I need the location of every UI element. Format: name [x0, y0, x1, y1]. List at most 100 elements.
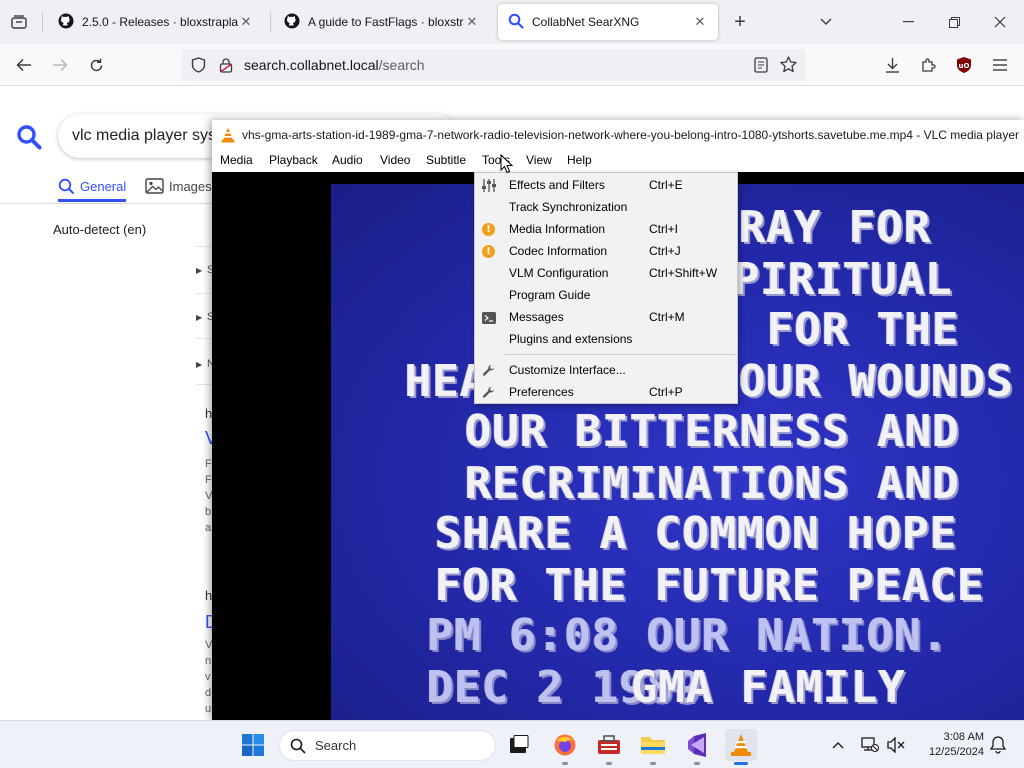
bookmark-star-icon[interactable] [780, 56, 797, 76]
firefox-icon[interactable] [549, 729, 581, 761]
ublock-icon[interactable]: uO [954, 54, 974, 76]
searxng-logo-icon[interactable] [16, 124, 42, 153]
forward-arrow-icon[interactable] [50, 55, 70, 75]
menu-view[interactable]: View [526, 153, 552, 167]
reload-icon[interactable] [86, 55, 106, 75]
menu-item-label: Effects and Filters [509, 178, 605, 192]
vlc-taskbar-icon[interactable] [725, 729, 757, 761]
video-text-line: RAY FOR [739, 202, 932, 253]
result-snippet: F [205, 458, 212, 470]
address-bar[interactable]: search.collabnet.local/search [182, 49, 806, 81]
result-snippet: a [205, 522, 212, 534]
windows-start-icon[interactable] [237, 729, 269, 761]
shield-icon[interactable] [191, 57, 206, 76]
video-text-line: OUR BITTERNESS AND [465, 406, 960, 457]
chevron-down-icon[interactable] [816, 12, 836, 32]
restore-icon[interactable] [944, 12, 964, 32]
search-icon [290, 738, 306, 754]
vlc-menu-bar: Media Playback Audio Video Subtitle Tool… [212, 150, 1024, 172]
expand-arrow-icon[interactable]: ▶ [196, 313, 202, 322]
result-snippet: v [205, 671, 211, 683]
active-tab-indicator [58, 199, 126, 202]
chevron-up-icon[interactable] [822, 729, 854, 761]
menu-item-media-information[interactable]: ! Media Information Ctrl+I [475, 218, 737, 240]
close-tab-icon[interactable]: ✕ [692, 14, 708, 30]
close-tab-icon[interactable]: ✕ [464, 14, 480, 30]
menu-item-effects-filters[interactable]: Effects and Filters Ctrl+E [475, 174, 737, 196]
notification-bell-icon[interactable] [982, 729, 1014, 761]
clock-date: 12/25/2024 [928, 746, 984, 758]
browser-tab-searxng[interactable]: CollabNet SearXNG ✕ [498, 4, 718, 40]
menu-audio[interactable]: Audio [332, 153, 363, 167]
expand-arrow-icon[interactable]: ▶ [196, 360, 202, 369]
close-window-icon[interactable] [990, 12, 1010, 32]
menu-item-vlm-configuration[interactable]: VLM Configuration Ctrl+Shift+W [475, 262, 737, 284]
visual-studio-icon[interactable] [681, 729, 713, 761]
result-snippet: u [205, 703, 212, 715]
menu-item-preferences[interactable]: Preferences Ctrl+P [475, 381, 737, 403]
video-text-line: GMA FAMILY [631, 662, 906, 713]
menu-help[interactable]: Help [567, 153, 592, 167]
toolbox-app-icon[interactable] [593, 729, 625, 761]
tab-title: A guide to FastFlags · bloxstrap [308, 15, 464, 29]
browser-tab-fastflags[interactable]: A guide to FastFlags · bloxstrap ✕ [274, 4, 490, 40]
task-view-icon[interactable] [503, 729, 535, 761]
video-text-line: OUR WOUNDS [739, 356, 1014, 407]
menu-item-label: Preferences [509, 385, 574, 399]
new-tab-icon[interactable]: + [730, 11, 750, 33]
mouse-cursor-icon [500, 153, 514, 177]
back-arrow-icon[interactable] [14, 55, 34, 75]
menu-item-track-sync[interactable]: Track Synchronization [475, 196, 737, 218]
url-host: search.collabnet.local [244, 57, 379, 73]
extensions-icon[interactable] [918, 55, 938, 75]
menu-item-label: Media Information [509, 222, 606, 236]
tab-images[interactable]: Images [145, 178, 212, 194]
url-text[interactable]: search.collabnet.local/search [244, 57, 425, 73]
minimize-icon[interactable] [898, 12, 918, 32]
download-icon[interactable] [882, 55, 902, 75]
video-text-line: PIRITUAL [733, 254, 953, 305]
menu-item-codec-information[interactable]: ! Codec Information Ctrl+J [475, 240, 737, 262]
video-text-line: SHARE A COMMON HOPE [435, 508, 958, 559]
file-explorer-icon[interactable] [637, 729, 669, 761]
menu-item-label: Track Synchronization [509, 200, 628, 214]
tab-list-icon[interactable] [8, 12, 30, 32]
windows-taskbar: Search 3:08 AM 12/25/2024 [0, 720, 1024, 768]
vlc-title-bar[interactable]: vhs-gma-arts-station-id-1989-gma-7-netwo… [212, 120, 1024, 150]
menu-item-customize-interface[interactable]: Customize Interface... [475, 359, 737, 381]
video-text-line: PM 6:08 OUR NATION. [427, 610, 950, 661]
menu-item-shortcut: Ctrl+Shift+W [649, 266, 718, 280]
menu-item-program-guide[interactable]: Program Guide [475, 284, 737, 306]
github-icon [58, 13, 74, 32]
taskbar-search-box[interactable]: Search [279, 730, 496, 761]
github-icon [284, 13, 300, 32]
menu-subtitle[interactable]: Subtitle [426, 153, 466, 167]
speaker-muted-icon[interactable] [880, 729, 912, 761]
menu-separator [505, 354, 735, 355]
menu-item-label: Customize Interface... [509, 363, 626, 377]
close-tab-icon[interactable]: ✕ [238, 14, 254, 30]
equalizer-icon [481, 178, 496, 193]
menu-video[interactable]: Video [380, 153, 410, 167]
system-clock[interactable]: 3:08 AM 12/25/2024 [916, 730, 984, 760]
hamburger-menu-icon[interactable] [990, 55, 1010, 75]
tab-title: CollabNet SearXNG [532, 15, 640, 29]
video-text-line: FOR THE [767, 304, 960, 355]
menu-media[interactable]: Media [220, 153, 253, 167]
menu-item-label: Codec Information [509, 244, 608, 258]
menu-item-label: Messages [509, 310, 564, 324]
tab-title: 2.5.0 - Releases · bloxstraplabs/b [82, 15, 238, 29]
menu-item-messages[interactable]: Messages Ctrl+M [475, 306, 737, 328]
reader-view-icon[interactable] [754, 57, 768, 76]
expand-arrow-icon[interactable]: ▶ [196, 266, 202, 275]
browser-tab-releases[interactable]: 2.5.0 - Releases · bloxstraplabs/b ✕ [48, 4, 264, 40]
language-selector[interactable]: Auto-detect (en) [53, 222, 146, 237]
tools-dropdown-menu: Effects and Filters Ctrl+E Track Synchro… [474, 172, 738, 404]
svg-text:uO: uO [959, 62, 970, 70]
menu-item-shortcut: Ctrl+P [649, 385, 683, 399]
menu-item-plugins-extensions[interactable]: Plugins and extensions [475, 328, 737, 350]
tab-general[interactable]: General [58, 178, 126, 195]
menu-item-shortcut: Ctrl+J [649, 244, 681, 258]
lock-icon[interactable] [219, 57, 233, 76]
menu-playback[interactable]: Playback [269, 153, 318, 167]
